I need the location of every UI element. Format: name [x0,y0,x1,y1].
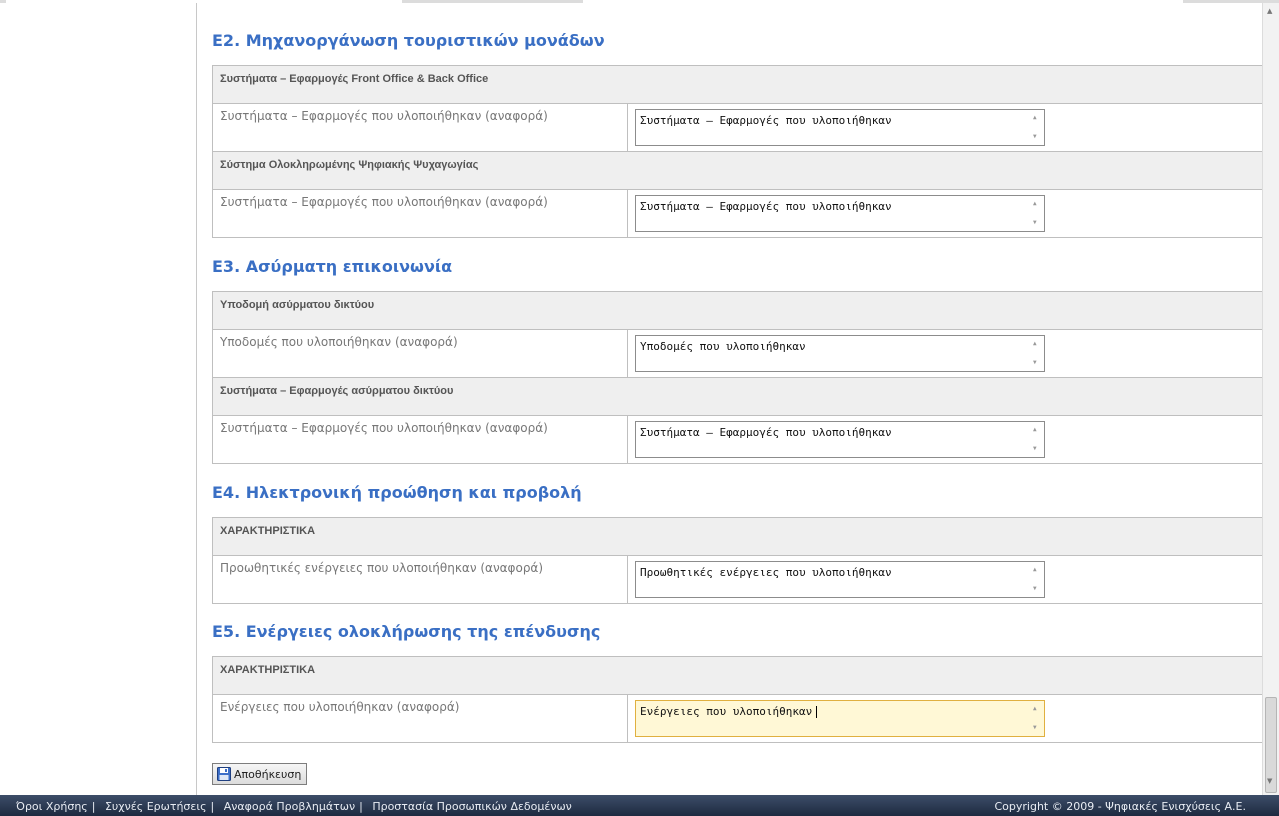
textarea-value: Συστήματα – Εφαρμογές που υλοποιήθηκαν [640,114,892,127]
scroll-up-icon[interactable]: ▲ [1033,115,1037,121]
field-row: Υποδομές που υλοποιήθηκαν (αναφορά) Υποδ… [213,330,1262,378]
column-divider [627,190,628,237]
textarea-scrollbar[interactable]: ▲ ▼ [1029,197,1043,230]
footer-separator: | [91,800,96,813]
field-row: Προωθητικές ενέργειες που υλοποιήθηκαν (… [213,556,1262,604]
scroll-up-icon[interactable]: ▲ [1267,7,1272,15]
textarea-value: Συστήματα – Εφαρμογές που υλοποιήθηκαν [640,200,892,213]
textarea-value: Συστήματα – Εφαρμογές που υλοποιήθηκαν [640,426,892,439]
site-footer: Όροι Χρήσης | Συχνές Ερωτήσεις | Αναφορά Π… [0,795,1279,816]
scroll-down-icon[interactable]: ▼ [1033,220,1037,226]
footer-link-privacy[interactable]: Προστασία Προσωπικών Δεδομένων [372,800,572,813]
column-divider [627,695,628,742]
scroll-down-icon[interactable]: ▼ [1033,360,1037,366]
field-label: Προωθητικές ενέργειες που υλοποιήθηκαν (… [220,561,544,575]
textarea-scrollbar[interactable]: ▲ ▼ [1029,337,1043,370]
textarea-value: Υποδομές που υλοποιήθηκαν [640,340,806,353]
report-textarea[interactable]: Προωθητικές ενέργειες που υλοποιήθηκαν ▲… [635,561,1045,598]
footer-separator: | [359,800,363,813]
scroll-up-icon[interactable]: ▲ [1033,567,1037,573]
field-row: Συστήματα – Εφαρμογές που υλοποιήθηκαν (… [213,416,1262,464]
textarea-scrollbar[interactable]: ▲ ▼ [1029,423,1043,456]
scroll-down-icon[interactable]: ▼ [1033,586,1037,592]
text-caret [816,706,818,718]
footer-separator: | [210,800,215,813]
copyright-text: Copyright © 2009 - Ψηφιακές Ενισχύσεις Α… [994,800,1246,813]
footer-link-report-problems[interactable]: Αναφορά Προβλημάτων [224,800,355,813]
field-label: Συστήματα – Εφαρμογές που υλοποιήθηκαν (… [220,421,548,435]
group-header: Σύστημα Ολοκληρωμένης Ψηφιακής Ψυχαγωγία… [213,152,1262,190]
floppy-disk-icon [217,767,231,781]
section-heading-e5: Ε5. Ενέργειες ολοκλήρωσης της επένδυσης [212,622,601,641]
column-divider [627,104,628,151]
field-label: Συστήματα – Εφαρμογές που υλοποιήθηκαν (… [220,195,548,209]
textarea-scrollbar[interactable]: ▲ ▼ [1029,563,1043,596]
field-row: Συστήματα – Εφαρμογές που υλοποιήθηκαν (… [213,190,1262,238]
report-textarea[interactable]: Συστήματα – Εφαρμογές που υλοποιήθηκαν ▲… [635,109,1045,146]
textarea-value: Προωθητικές ενέργειες που υλοποιήθηκαν [640,566,892,579]
section-table-e5: ΧΑΡΑΚΤΗΡΙΣΤΙΚΑ Ενέργειες που υλοποιήθηκα… [212,656,1262,743]
report-textarea[interactable]: Υποδομές που υλοποιήθηκαν ▲ ▼ [635,335,1045,372]
group-header: ΧΑΡΑΚΤΗΡΙΣΤΙΚΑ [213,657,1262,695]
section-heading-e3: Ε3. Ασύρματη επικοινωνία [212,257,453,276]
report-textarea-focused[interactable]: Ενέργειες που υλοποιήθηκαν ▲ ▼ [635,700,1045,737]
group-header: Υποδομή ασύρματου δικτύου [213,292,1262,330]
report-textarea[interactable]: Συστήματα – Εφαρμογές που υλοποιήθηκαν ▲… [635,195,1045,232]
left-sidebar [0,3,197,795]
column-divider [627,330,628,377]
field-label: Ενέργειες που υλοποιήθηκαν (αναφορά) [220,700,460,714]
section-table-e3: Υποδομή ασύρματου δικτύου Υποδομές που υ… [212,291,1262,464]
column-divider [627,416,628,463]
form-content: Ε2. Μηχανοργάνωση τουριστικών μονάδων Συ… [197,3,1262,795]
scroll-up-icon[interactable]: ▲ [1033,427,1037,433]
group-header: Συστήματα – Εφαρμογές ασύρματου δικτύου [213,378,1262,416]
column-divider [627,556,628,603]
field-label: Συστήματα – Εφαρμογές που υλοποιήθηκαν (… [220,109,548,123]
group-header: Συστήματα – Εφαρμογές Front Office & Bac… [213,66,1262,104]
scroll-down-icon[interactable]: ▼ [1033,446,1037,452]
scroll-up-icon[interactable]: ▲ [1033,706,1037,712]
report-textarea[interactable]: Συστήματα – Εφαρμογές που υλοποιήθηκαν ▲… [635,421,1045,458]
section-table-e4: ΧΑΡΑΚΤΗΡΙΣΤΙΚΑ Προωθητικές ενέργειες που… [212,517,1262,604]
textarea-scrollbar[interactable]: ▲ ▼ [1029,702,1043,735]
scroll-up-icon[interactable]: ▲ [1033,341,1037,347]
field-label: Υποδομές που υλοποιήθηκαν (αναφορά) [220,335,458,349]
footer-link-terms[interactable]: Όροι Χρήσης [16,800,88,813]
scroll-down-icon[interactable]: ▼ [1033,134,1037,140]
footer-links: Όροι Χρήσης | Συχνές Ερωτήσεις | Αναφορά Π… [16,800,572,813]
page-scrollbar[interactable]: ▲ ▼ [1262,3,1279,795]
section-table-e2: Συστήματα – Εφαρμογές Front Office & Bac… [212,65,1262,238]
footer-link-faq[interactable]: Συχνές Ερωτήσεις [105,800,207,813]
textarea-scrollbar[interactable]: ▲ ▼ [1029,111,1043,144]
save-button-label: Αποθήκευση [234,767,302,781]
scroll-down-icon[interactable]: ▼ [1267,777,1272,785]
textarea-value: Ενέργειες που υλοποιήθηκαν [640,705,813,718]
field-row: Συστήματα – Εφαρμογές που υλοποιήθηκαν (… [213,104,1262,152]
save-button[interactable]: Αποθήκευση [212,763,308,785]
section-heading-e4: Ε4. Ηλεκτρονική προώθηση και προβολή [212,483,582,502]
scroll-up-icon[interactable]: ▲ [1033,201,1037,207]
group-header: ΧΑΡΑΚΤΗΡΙΣΤΙΚΑ [213,518,1262,556]
field-row: Ενέργειες που υλοποιήθηκαν (αναφορά) Ενέ… [213,695,1262,743]
scroll-down-icon[interactable]: ▼ [1033,725,1037,731]
section-heading-e2: Ε2. Μηχανοργάνωση τουριστικών μονάδων [212,31,605,50]
